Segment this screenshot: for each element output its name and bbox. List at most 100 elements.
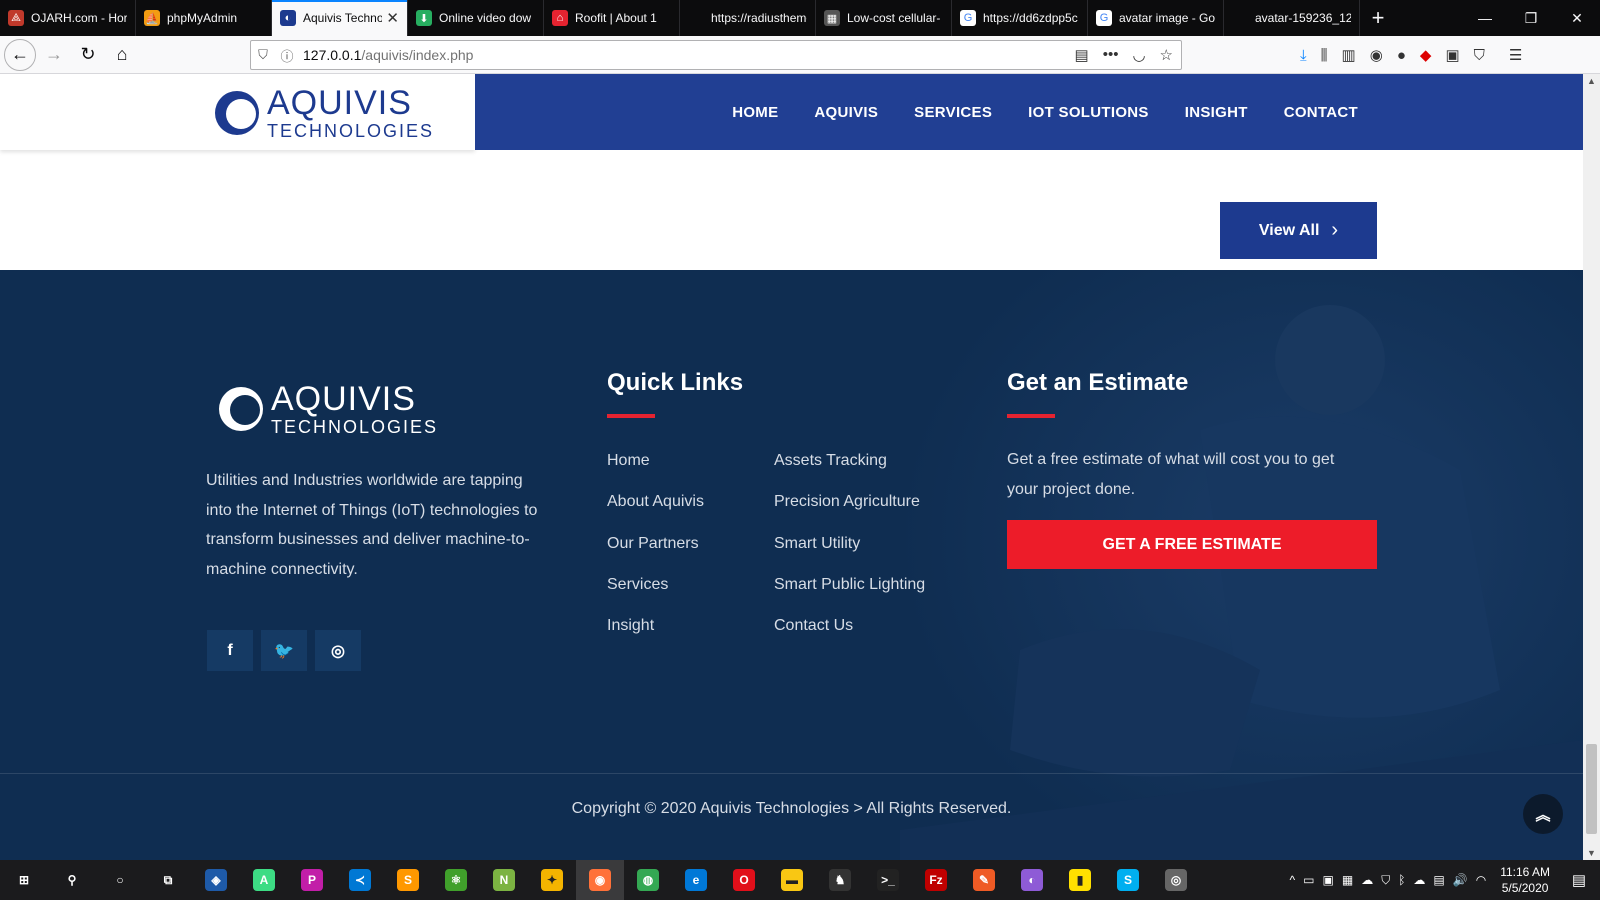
taskbar-skype-button[interactable]: S bbox=[1104, 860, 1152, 900]
taskbar-android-studio-button[interactable]: A bbox=[240, 860, 288, 900]
browser-tab[interactable]: avatar-159236_1280.pn bbox=[1224, 0, 1360, 36]
shield-icon[interactable]: ⛉ bbox=[251, 47, 275, 63]
home-button[interactable]: ⌂ bbox=[106, 39, 138, 71]
instagram-button[interactable]: ◎ bbox=[315, 630, 361, 671]
footer-link-insight[interactable]: Insight bbox=[607, 617, 704, 658]
taskbar-sticky-notes-button[interactable]: ▮ bbox=[1056, 860, 1104, 900]
url-bar[interactable]: ⛉ ⓘ 127.0.0.1/aquivis/index.php ▤ ••• ◡ … bbox=[250, 40, 1182, 70]
footer-link-smart-public-lighting[interactable]: Smart Public Lighting bbox=[774, 576, 925, 617]
taskbar-phpstorm-button[interactable]: P bbox=[288, 860, 336, 900]
downloads-icon[interactable]: ⤓ bbox=[1300, 47, 1307, 64]
taskbar-firefox-button[interactable]: ◉ bbox=[576, 860, 624, 900]
scrollbar-thumb[interactable] bbox=[1586, 744, 1597, 834]
nav-link-iot-solutions[interactable]: IOT SOLUTIONS bbox=[1028, 104, 1149, 121]
bookmark-star-icon[interactable]: ☆ bbox=[1160, 46, 1173, 64]
taskbar-cortana-button[interactable]: ○ bbox=[96, 860, 144, 900]
browser-tab[interactable]: Ghttps://dd6zdpp5c bbox=[952, 0, 1088, 36]
taskbar-terminal-button[interactable]: >_ bbox=[864, 860, 912, 900]
taskbar-edge-button[interactable]: e bbox=[672, 860, 720, 900]
extension-icon[interactable]: ⛉ bbox=[1474, 47, 1485, 64]
taskbar-app-button[interactable]: ♞ bbox=[816, 860, 864, 900]
battery-icon[interactable]: ▭ bbox=[1303, 873, 1314, 887]
taskbar-notepad-button[interactable]: N bbox=[480, 860, 528, 900]
app-tray-icon[interactable]: ▤ bbox=[1433, 873, 1444, 887]
pocket-icon[interactable]: ◡ bbox=[1132, 46, 1145, 64]
taskbar-vscode-button[interactable]: ≺ bbox=[336, 860, 384, 900]
volume-icon[interactable]: 🔊 bbox=[1453, 873, 1468, 887]
reload-button[interactable]: ↻ bbox=[72, 39, 104, 71]
tray-overflow-icon[interactable]: ^ bbox=[1290, 873, 1296, 887]
facebook-button[interactable]: f bbox=[207, 630, 253, 671]
wifi-icon[interactable]: ◠ bbox=[1476, 873, 1486, 887]
scroll-up-arrow-icon[interactable]: ▲ bbox=[1583, 76, 1600, 86]
extension-icon[interactable]: ◆ bbox=[1420, 46, 1432, 64]
taskbar-search-button[interactable]: ⚲ bbox=[48, 860, 96, 900]
taskbar-virtualbox-button[interactable]: ◈ bbox=[192, 860, 240, 900]
library-icon[interactable]: ⫼ bbox=[1321, 47, 1328, 64]
browser-tab[interactable]: ⟁ OJARH.com - Hor bbox=[0, 0, 136, 36]
reader-view-icon[interactable]: ▤ bbox=[1075, 46, 1089, 64]
header-logo[interactable]: AQUIVIS TECHNOLOGIES bbox=[215, 86, 434, 140]
footer-link-smart-utility[interactable]: Smart Utility bbox=[774, 535, 925, 576]
scroll-to-top-button[interactable]: ︽ bbox=[1523, 794, 1563, 834]
nav-link-home[interactable]: HOME bbox=[732, 104, 778, 121]
forward-button[interactable]: → bbox=[38, 39, 70, 71]
system-clock[interactable]: 11:16 AM 5/5/2020 bbox=[1494, 864, 1556, 896]
footer-link-assets-tracking[interactable]: Assets Tracking bbox=[774, 452, 925, 493]
close-window-button[interactable]: ✕ bbox=[1554, 0, 1600, 36]
browser-tab[interactable]: ⬇ Online video dow bbox=[408, 0, 544, 36]
taskbar-filezilla-button[interactable]: Fz bbox=[912, 860, 960, 900]
browser-tab[interactable]: ⌂ Roofit | About 1 bbox=[544, 0, 680, 36]
onedrive-icon[interactable]: ☁ bbox=[1361, 873, 1373, 887]
extension-icon[interactable]: ● bbox=[1397, 47, 1406, 64]
footer-link-our-partners[interactable]: Our Partners bbox=[607, 535, 704, 576]
nav-link-aquivis[interactable]: AQUIVIS bbox=[814, 104, 878, 121]
free-estimate-button[interactable]: GET A FREE ESTIMATE bbox=[1007, 520, 1377, 569]
browser-tab[interactable]: https://radiustheme.c bbox=[680, 0, 816, 36]
nav-link-insight[interactable]: INSIGHT bbox=[1185, 104, 1248, 121]
close-tab-icon[interactable]: ✕ bbox=[386, 9, 399, 27]
browser-tab[interactable]: ⛵ phpMyAdmin bbox=[136, 0, 272, 36]
account-icon[interactable]: ◉ bbox=[1370, 46, 1383, 64]
cloud-icon[interactable]: ☁ bbox=[1413, 873, 1425, 887]
footer-link-precision-agriculture[interactable]: Precision Agriculture bbox=[774, 493, 925, 534]
menu-icon[interactable]: ☰ bbox=[1509, 46, 1522, 64]
notifications-icon[interactable]: ▤ bbox=[1564, 871, 1594, 889]
nav-link-services[interactable]: SERVICES bbox=[914, 104, 992, 121]
security-icon[interactable]: ⛉ bbox=[1381, 873, 1390, 888]
view-all-button[interactable]: View All › bbox=[1220, 202, 1377, 259]
taskbar-atom-button[interactable]: ⚛ bbox=[432, 860, 480, 900]
browser-tab[interactable]: ▦ Low-cost cellular- bbox=[816, 0, 952, 36]
footer-link-services[interactable]: Services bbox=[607, 576, 704, 617]
page-scrollbar[interactable]: ▲ ▼ bbox=[1583, 74, 1600, 860]
browser-tab[interactable]: ◐ Aquivis Techno ✕ bbox=[272, 0, 408, 36]
extension-icon[interactable]: ▣ bbox=[1445, 46, 1459, 64]
new-tab-button[interactable]: + bbox=[1360, 0, 1396, 36]
scroll-down-arrow-icon[interactable]: ▼ bbox=[1583, 848, 1600, 858]
footer-link-contact-us[interactable]: Contact Us bbox=[774, 617, 925, 658]
taskbar-windows-start-button[interactable]: ⊞ bbox=[0, 860, 48, 900]
taskbar-app-button[interactable]: ✦ bbox=[528, 860, 576, 900]
taskbar-chrome-button[interactable]: ◍ bbox=[624, 860, 672, 900]
taskbar-postman-button[interactable]: ✎ bbox=[960, 860, 1008, 900]
sidebar-icon[interactable]: ▥ bbox=[1342, 46, 1356, 64]
info-icon[interactable]: ⓘ bbox=[275, 46, 299, 65]
minimize-button[interactable]: — bbox=[1462, 0, 1508, 36]
page-actions-icon[interactable]: ••• bbox=[1103, 46, 1119, 64]
network-icon[interactable]: ▦ bbox=[1342, 873, 1353, 887]
taskbar-app-button[interactable]: ◐ bbox=[1008, 860, 1056, 900]
restore-button[interactable]: ❐ bbox=[1508, 0, 1554, 36]
footer-logo[interactable]: AQUIVIS TECHNOLOGIES bbox=[219, 382, 438, 436]
nav-link-contact[interactable]: CONTACT bbox=[1284, 104, 1358, 121]
back-button[interactable]: ← bbox=[4, 38, 36, 71]
taskbar-file-explorer-button[interactable]: ▬ bbox=[768, 860, 816, 900]
taskbar-opera-button[interactable]: O bbox=[720, 860, 768, 900]
display-icon[interactable]: ▣ bbox=[1323, 873, 1334, 887]
twitter-button[interactable]: 🐦 bbox=[261, 630, 307, 671]
bluetooth-icon[interactable]: ᛒ bbox=[1398, 873, 1405, 887]
taskbar-task-view-button[interactable]: ⧉ bbox=[144, 860, 192, 900]
browser-tab[interactable]: Gavatar image - Go bbox=[1088, 0, 1224, 36]
footer-link-home[interactable]: Home bbox=[607, 452, 704, 493]
footer-link-about-aquivis[interactable]: About Aquivis bbox=[607, 493, 704, 534]
taskbar-sublime-button[interactable]: S bbox=[384, 860, 432, 900]
